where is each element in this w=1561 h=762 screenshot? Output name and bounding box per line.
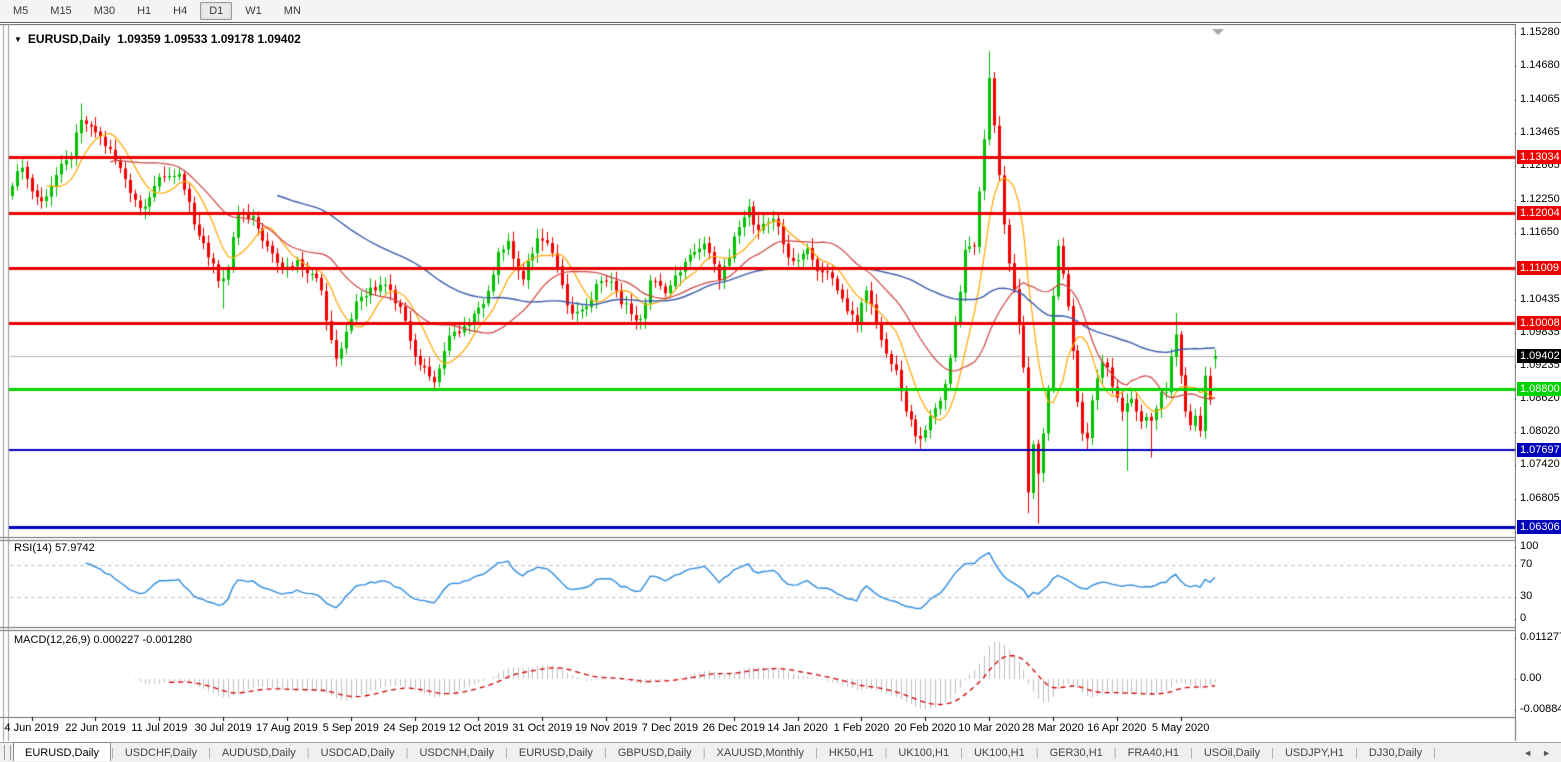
date-axis-label: 14 Jan 2020 xyxy=(767,722,828,734)
date-axis-label: 5 Sep 2019 xyxy=(323,722,379,734)
chart-tab-audusd-daily[interactable]: AUDUSD,Daily xyxy=(211,743,307,762)
price-axis-tick: 1.15280 xyxy=(1520,26,1560,38)
rsi-axis-tick: 0 xyxy=(1520,612,1526,624)
price-level-tag: 1.08800 xyxy=(1517,382,1561,396)
tab-bar-grip xyxy=(4,745,11,760)
timeframe-button-mn[interactable]: MN xyxy=(275,2,310,20)
price-axis-tick: 1.10435 xyxy=(1520,293,1560,305)
date-axis-label: 12 Oct 2019 xyxy=(448,722,508,734)
price-axis-tick: 1.14065 xyxy=(1520,93,1560,105)
date-axis-label: 22 Jun 2019 xyxy=(65,722,126,734)
tab-separator: | xyxy=(1433,743,1436,762)
timeframe-button-m5[interactable]: M5 xyxy=(4,2,37,20)
macd-axis-tick: -0.00884 xyxy=(1520,703,1561,715)
price-level-tag: 1.09402 xyxy=(1517,349,1561,363)
tab-scroll-left-icon[interactable]: ◄ xyxy=(1523,748,1532,758)
price-level-tag: 1.10008 xyxy=(1517,316,1561,330)
tab-scroll-right-icon[interactable]: ► xyxy=(1542,748,1551,758)
date-axis-label: 16 Apr 2020 xyxy=(1087,722,1146,734)
macd-axis-tick: 0.00 xyxy=(1520,672,1541,684)
price-level-tag: 1.12004 xyxy=(1517,206,1561,220)
chart-tab-usoil-daily[interactable]: USOil,Daily xyxy=(1193,743,1271,762)
chart-tab-gbpusd-daily[interactable]: GBPUSD,Daily xyxy=(607,743,703,762)
price-level-tag: 1.11009 xyxy=(1517,261,1561,275)
date-axis[interactable]: 4 Jun 2019 22 Jun 2019 11 Jul 2019 30 Jul 2… xyxy=(0,718,1516,742)
price-axis-tick: 1.11650 xyxy=(1520,226,1559,238)
price-level-tag: 1.13034 xyxy=(1517,150,1561,164)
price-axis-tick: 1.08020 xyxy=(1520,425,1560,437)
chart-tab-usdcnh-daily[interactable]: USDCNH,Daily xyxy=(408,743,505,762)
date-axis-label: 10 Mar 2020 xyxy=(958,722,1020,734)
chart-tab-eurusd-daily[interactable]: EURUSD,Daily xyxy=(13,742,111,761)
timeframe-button-d1[interactable]: D1 xyxy=(200,2,232,20)
timeframe-button-w1[interactable]: W1 xyxy=(236,2,271,20)
macd-axis-tick: 0.011277 xyxy=(1520,631,1561,643)
chart-tab-ger30-h1[interactable]: GER30,H1 xyxy=(1039,743,1114,762)
chart-tab-xauusd-monthly[interactable]: XAUUSD,Monthly xyxy=(706,743,815,762)
date-axis-label: 31 Oct 2019 xyxy=(512,722,572,734)
chart-tab-uk100-h1[interactable]: UK100,H1 xyxy=(887,743,960,762)
price-level-tag: 1.06306 xyxy=(1517,520,1561,534)
date-axis-label: 26 Dec 2019 xyxy=(703,722,765,734)
date-axis-label: 28 Mar 2020 xyxy=(1022,722,1084,734)
rsi-axis-tick: 70 xyxy=(1520,558,1532,570)
price-axis-tick: 1.12250 xyxy=(1520,193,1560,205)
chart-tab-bar: EURUSD,Daily|USDCHF,Daily|AUDUSD,Daily|U… xyxy=(0,742,1561,762)
chart-tab-usdcad-daily[interactable]: USDCAD,Daily xyxy=(310,743,406,762)
timeframe-button-h4[interactable]: H4 xyxy=(164,2,196,20)
rsi-axis-tick: 100 xyxy=(1520,540,1538,552)
rsi-indicator-label: RSI(14) 57.9742 xyxy=(14,542,95,554)
price-axis-tick: 1.06805 xyxy=(1520,492,1560,504)
chart-tab-usdjpy-h1[interactable]: USDJPY,H1 xyxy=(1274,743,1355,762)
timeframe-button-m15[interactable]: M15 xyxy=(41,2,80,20)
chevron-down-icon[interactable]: ▼ xyxy=(14,35,22,44)
chart-symbol-label: EURUSD,Daily xyxy=(28,32,111,46)
date-axis-label: 4 Jun 2019 xyxy=(4,722,58,734)
mt4-window: M5M15 M30H1H4D1W1MN ▼ EURUSD,Daily 1.09359… xyxy=(0,0,1561,762)
date-axis-label: 5 May 2020 xyxy=(1152,722,1209,734)
chart-ohlc-values: 1.09359 1.09533 1.09178 1.09402 xyxy=(117,32,301,46)
chart-tab-usdchf-daily[interactable]: USDCHF,Daily xyxy=(114,743,208,762)
timeframe-button-h1[interactable]: H1 xyxy=(128,2,160,20)
date-axis-label: 30 Jul 2019 xyxy=(195,722,252,734)
date-axis-label: 7 Dec 2019 xyxy=(642,722,698,734)
price-axis-tick: 1.14680 xyxy=(1520,59,1560,71)
chart-tab-fra40-h1[interactable]: FRA40,H1 xyxy=(1117,743,1190,762)
price-axis[interactable]: 1.152801.146801.140651.134651.128651.122… xyxy=(1516,24,1561,718)
price-level-tag: 1.07697 xyxy=(1517,443,1561,457)
date-axis-label: 20 Feb 2020 xyxy=(894,722,956,734)
date-axis-label: 1 Feb 2020 xyxy=(834,722,890,734)
chart-title: ▼ EURUSD,Daily 1.09359 1.09533 1.09178 1.… xyxy=(14,32,301,46)
chart-tab-hk50-h1[interactable]: HK50,H1 xyxy=(818,743,885,762)
chart-tab-dj30-daily[interactable]: DJ30,Daily xyxy=(1358,743,1433,762)
price-axis-tick: 1.07420 xyxy=(1520,458,1560,470)
price-chart-canvas[interactable] xyxy=(0,24,1561,742)
date-axis-label: 19 Nov 2019 xyxy=(575,722,637,734)
macd-indicator-label: MACD(12,26,9) 0.000227 -0.001280 xyxy=(14,634,192,646)
chart-tab-eurusd-daily[interactable]: EURUSD,Daily xyxy=(508,743,604,762)
timeframe-button-m30[interactable]: M30 xyxy=(85,2,124,20)
date-axis-label: 17 Aug 2019 xyxy=(256,722,318,734)
chart-tab-uk100-h1[interactable]: UK100,H1 xyxy=(963,743,1036,762)
price-axis-tick: 1.13465 xyxy=(1520,126,1560,138)
date-axis-label: 24 Sep 2019 xyxy=(383,722,445,734)
timeframe-toolbar: M5M15 M30H1H4D1W1MN xyxy=(0,0,1561,23)
rsi-axis-tick: 30 xyxy=(1520,590,1532,602)
date-axis-label: 11 Jul 2019 xyxy=(131,722,187,734)
